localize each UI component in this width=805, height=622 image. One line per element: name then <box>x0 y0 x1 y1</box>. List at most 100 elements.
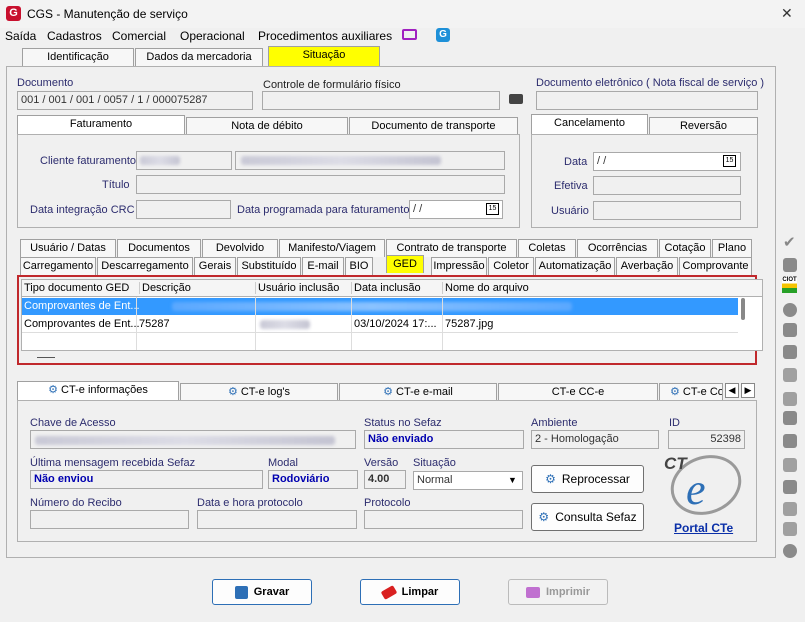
tab-cte-cce[interactable]: CT-e CC-e <box>498 383 658 401</box>
id-label: ID <box>669 417 680 429</box>
tab-plano[interactable]: Plano <box>712 239 752 257</box>
tab-ocorrencias[interactable]: Ocorrências <box>577 239 658 257</box>
controle-field[interactable] <box>262 91 500 110</box>
col-descricao[interactable]: Descrição <box>139 282 257 294</box>
tab-automatizacao[interactable]: Automatização <box>535 257 615 275</box>
copy-tool-icon[interactable] <box>783 502 797 516</box>
chart-tool-icon[interactable] <box>783 434 797 448</box>
tab-situacao[interactable]: Situação <box>268 46 380 66</box>
datahora-field[interactable] <box>197 510 357 529</box>
documento-field[interactable]: 001 / 001 / 001 / 0057 / 1 / 000075287 <box>17 91 253 110</box>
tab-ged[interactable]: GED <box>386 255 424 273</box>
tab-coletor[interactable]: Coletor <box>488 257 534 275</box>
tab-gerais[interactable]: Gerais <box>194 257 236 275</box>
forward-tool-icon[interactable] <box>783 345 797 359</box>
menu-comercial[interactable]: Comercial <box>112 29 166 43</box>
tab-cancelamento[interactable]: Cancelamento <box>531 114 648 134</box>
consulta-sefaz-button[interactable]: ⚙ Consulta Sefaz <box>531 503 644 531</box>
crc-field[interactable] <box>136 200 231 219</box>
circle-tool-icon[interactable] <box>783 303 797 317</box>
tab-cte-logs[interactable]: ⚙ CT-e log's <box>180 383 338 401</box>
reprocessar-button[interactable]: ⚙ Reprocessar <box>531 465 644 493</box>
data-programada-label: Data programada para faturamento <box>237 204 410 216</box>
efetiva-label: Efetiva <box>554 180 588 192</box>
doc-eletronico-field[interactable] <box>536 91 758 110</box>
tab-impressao[interactable]: Impressão <box>431 257 487 275</box>
cancel-data-field[interactable]: / / <box>593 152 741 171</box>
tab-cte-informacoes[interactable]: ⚙ CT-e informações <box>17 381 179 401</box>
chave-field[interactable] <box>30 430 356 449</box>
tag-tool-icon[interactable] <box>783 323 797 337</box>
tab-email[interactable]: E-mail <box>302 257 344 275</box>
print-icon[interactable] <box>509 94 523 104</box>
col-arquivo[interactable]: Nome do arquivo <box>442 282 742 294</box>
tab-comprovante[interactable]: Comprovante <box>679 257 752 275</box>
ambiente-label: Ambiente <box>531 417 578 429</box>
ciot-icon[interactable]: CIOT <box>782 277 797 293</box>
cliente-name-field[interactable] <box>235 151 505 170</box>
table-row[interactable]: Comprovantes de Ent... 75287 03/10/2024 … <box>22 316 738 333</box>
tab-identificacao[interactable]: Identificação <box>22 48 134 66</box>
tab-scroll-right[interactable]: ▶ <box>741 383 755 398</box>
tab-manifesto[interactable]: Manifesto/Viagem <box>279 239 385 257</box>
tab-averbacao[interactable]: Averbação <box>616 257 678 275</box>
titulo-field[interactable] <box>136 175 505 194</box>
document-tool-icon[interactable] <box>783 368 797 382</box>
col-usuario[interactable]: Usuário inclusão <box>255 282 351 294</box>
pen-tool-icon[interactable] <box>783 480 797 494</box>
tab-descarregamento[interactable]: Descarregamento <box>97 257 193 275</box>
col-tipo[interactable]: Tipo documento GED <box>24 282 134 294</box>
cancel-usuario-field[interactable] <box>593 201 741 220</box>
menu-saida[interactable]: Saída <box>5 29 36 43</box>
table-scrollbar[interactable] <box>741 298 745 320</box>
status-field: Não enviado <box>364 430 524 449</box>
tab-documentos[interactable]: Documentos <box>117 239 201 257</box>
tab-nota-debito[interactable]: Nota de débito <box>186 117 348 135</box>
cte-logo-icon: CT e <box>662 445 750 525</box>
cancel-calendar-icon[interactable]: 15 <box>723 155 736 167</box>
portal-cte-link[interactable]: Portal CTe <box>674 521 733 535</box>
truck-tool-icon[interactable] <box>783 411 797 425</box>
export-tool-icon[interactable] <box>783 458 797 472</box>
situacao-select[interactable]: Normal <box>413 471 523 490</box>
list-tool-icon[interactable] <box>783 392 797 406</box>
title-bar: G CGS - Manutenção de serviço ✕ <box>0 0 805 28</box>
cliente-code-field[interactable] <box>136 151 232 170</box>
tab-cte-co[interactable]: ⚙ CT-e Co <box>659 383 723 401</box>
tab-documento-transporte[interactable]: Documento de transporte <box>349 117 518 135</box>
tab-reversao[interactable]: Reversão <box>649 117 758 135</box>
tab-substituido[interactable]: Substituído <box>237 257 301 275</box>
chevron-down-icon[interactable]: ▼ <box>508 475 517 485</box>
menu-operacional[interactable]: Operacional <box>180 29 245 43</box>
efetiva-field[interactable] <box>593 176 741 195</box>
recibo-field[interactable] <box>30 510 189 529</box>
tab-scroll-left[interactable]: ◀ <box>725 383 739 398</box>
tab-faturamento[interactable]: Faturamento <box>17 115 185 135</box>
globe-tool-icon[interactable] <box>783 544 797 558</box>
tab-cotacao[interactable]: Cotação <box>659 239 711 257</box>
tab-coletas[interactable]: Coletas <box>518 239 576 257</box>
checkmark-icon[interactable]: ✔ <box>783 233 796 251</box>
tab-usuario-datas[interactable]: Usuário / Datas <box>20 239 116 257</box>
calendar-icon[interactable]: 15 <box>486 203 499 215</box>
crc-label: Data integração CRC <box>30 204 135 216</box>
tab-dados-mercadoria[interactable]: Dados da mercadoria <box>135 48 263 66</box>
clock-tool-icon[interactable] <box>783 522 797 536</box>
imprimir-button[interactable]: Imprimir <box>508 579 608 605</box>
g-app-icon[interactable]: G <box>436 28 450 42</box>
gravar-button[interactable]: Gravar <box>212 579 312 605</box>
tab-carregamento[interactable]: Carregamento <box>20 257 96 275</box>
printer-icon <box>525 586 540 598</box>
limpar-button[interactable]: Limpar <box>360 579 460 605</box>
col-data[interactable]: Data inclusão <box>351 282 443 294</box>
table-row[interactable]: Comprovantes de Ent... <box>22 298 738 315</box>
tab-devolvido[interactable]: Devolvido <box>202 239 278 257</box>
protocolo-field[interactable] <box>364 510 523 529</box>
tab-cte-email[interactable]: ⚙ CT-e e-mail <box>339 383 497 401</box>
tab-bio[interactable]: BIO <box>345 257 373 275</box>
menu-procedimentos[interactable]: Procedimentos auxiliares <box>258 29 392 43</box>
menu-cadastros[interactable]: Cadastros <box>47 29 102 43</box>
monitor-icon[interactable] <box>402 29 417 40</box>
gear-tool-icon[interactable] <box>783 258 797 272</box>
close-icon[interactable]: ✕ <box>781 5 793 22</box>
